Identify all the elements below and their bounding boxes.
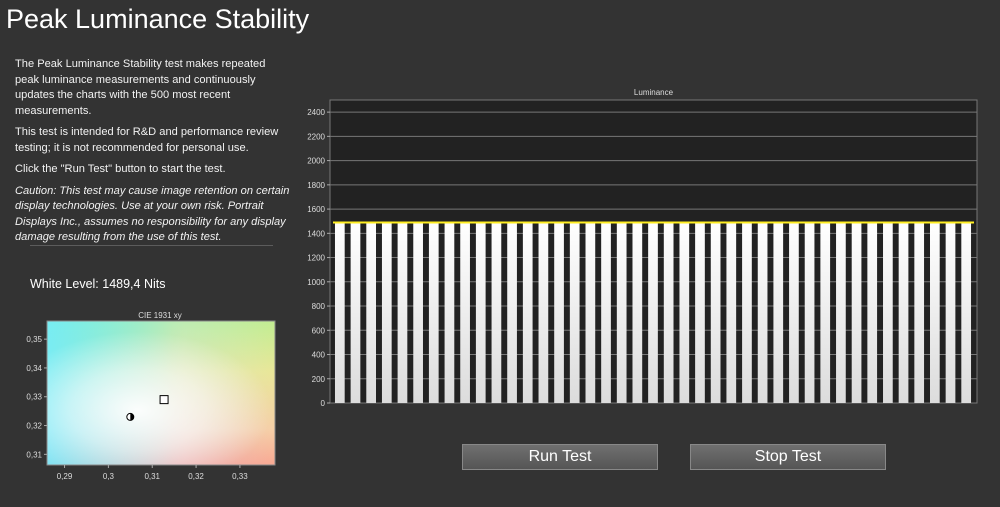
y-tick-label: 0,33 bbox=[26, 393, 42, 402]
luminance-bar bbox=[413, 222, 423, 403]
luminance-bar bbox=[585, 222, 596, 403]
luminance-bar bbox=[961, 222, 972, 403]
x-tick-label: 0,3 bbox=[103, 472, 115, 481]
luminance-bar bbox=[381, 222, 392, 403]
luminance-bar bbox=[460, 222, 470, 403]
luminance-bar bbox=[350, 222, 361, 403]
y-tick-label: 2000 bbox=[307, 157, 325, 166]
y-tick-label: 1600 bbox=[307, 205, 325, 214]
run-test-button[interactable]: Run Test bbox=[462, 444, 658, 470]
luminance-bar bbox=[867, 222, 878, 403]
luminance-bar bbox=[397, 222, 408, 403]
luminance-bar bbox=[679, 222, 690, 403]
luminance-bar bbox=[507, 222, 517, 403]
luminance-bar bbox=[929, 222, 940, 403]
y-tick-label: 800 bbox=[312, 302, 326, 311]
cie-plot-frame bbox=[46, 320, 276, 466]
x-tick-label: 0,33 bbox=[232, 472, 248, 481]
luminance-bar bbox=[695, 222, 705, 403]
luminance-bar bbox=[804, 222, 815, 403]
luminance-bar bbox=[914, 222, 925, 403]
luminance-bar bbox=[726, 222, 737, 403]
y-tick-label: 0,31 bbox=[26, 450, 42, 459]
luminance-bar bbox=[632, 222, 643, 403]
y-tick-label: 0 bbox=[321, 399, 326, 408]
x-tick-label: 0,29 bbox=[57, 472, 73, 481]
luminance-bar bbox=[945, 222, 956, 403]
luminance-bar bbox=[366, 222, 377, 403]
luminance-bar bbox=[773, 222, 784, 403]
luminance-bar bbox=[851, 222, 862, 403]
luminance-chart-title: Luminance bbox=[634, 88, 674, 97]
stop-test-button[interactable]: Stop Test bbox=[690, 444, 886, 470]
luminance-bar bbox=[789, 222, 799, 403]
luminance-bar bbox=[444, 222, 455, 403]
luminance-bar bbox=[491, 222, 502, 403]
luminance-bar bbox=[616, 222, 627, 403]
y-tick-label: 0,32 bbox=[26, 422, 42, 431]
y-tick-label: 0,35 bbox=[26, 335, 42, 344]
luminance-bar bbox=[601, 222, 611, 403]
y-tick-label: 400 bbox=[312, 351, 326, 360]
luminance-bar bbox=[648, 222, 658, 403]
luminance-bar bbox=[883, 222, 893, 403]
luminance-bar bbox=[663, 222, 674, 403]
y-tick-label: 1200 bbox=[307, 254, 325, 263]
y-tick-label: 0,34 bbox=[26, 364, 42, 373]
luminance-bar bbox=[554, 222, 564, 403]
y-tick-label: 2400 bbox=[307, 108, 325, 117]
luminance-bar bbox=[898, 222, 909, 403]
luminance-bar bbox=[757, 222, 768, 403]
luminance-bar bbox=[538, 222, 549, 403]
y-tick-label: 1400 bbox=[307, 229, 325, 238]
y-tick-label: 1000 bbox=[307, 278, 325, 287]
luminance-bar bbox=[710, 222, 721, 403]
target-point bbox=[159, 395, 169, 405]
y-tick-label: 200 bbox=[312, 375, 326, 384]
y-tick-label: 2200 bbox=[307, 132, 325, 141]
luminance-bar bbox=[522, 222, 533, 403]
luminance-bar bbox=[820, 222, 831, 403]
x-tick-label: 0,32 bbox=[188, 472, 204, 481]
luminance-bar bbox=[569, 222, 580, 403]
y-tick-label: 1800 bbox=[307, 181, 325, 190]
luminance-bar bbox=[742, 222, 752, 403]
x-tick-label: 0,31 bbox=[144, 472, 160, 481]
luminance-bar bbox=[475, 222, 486, 403]
cie-chart-axes: 0,29 0,3 0,31 0,32 0,33 0,35 0,34 0,33 0,32 0,31 bbox=[26, 320, 276, 481]
luminance-bar bbox=[428, 222, 439, 403]
y-tick-label: 600 bbox=[312, 326, 326, 335]
luminance-chart: Luminance 0 200 400 600 800 1000 1200 1400 1600 18… bbox=[307, 88, 978, 408]
luminance-bar bbox=[836, 222, 846, 403]
measured-point bbox=[126, 412, 135, 421]
luminance-bar bbox=[334, 222, 345, 403]
